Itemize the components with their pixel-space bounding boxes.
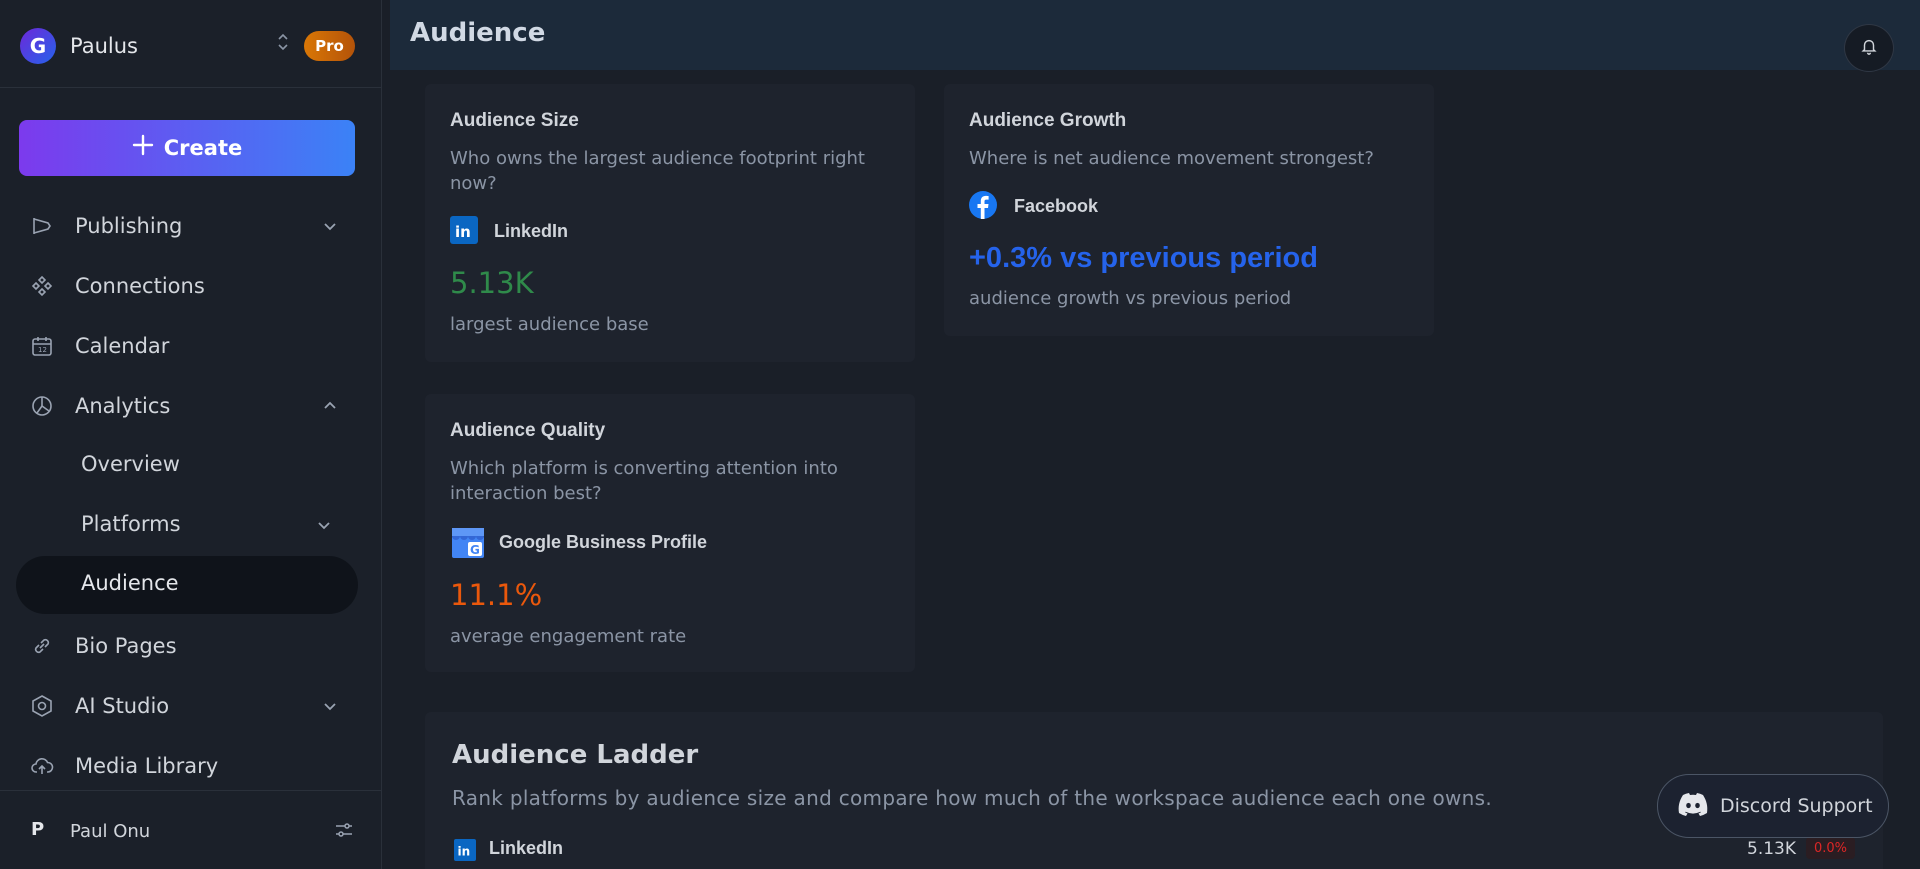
- link-icon: [30, 634, 54, 658]
- svg-text:in: in: [455, 223, 471, 241]
- calendar-icon: 12: [30, 334, 54, 358]
- card-title: Audience Growth: [969, 110, 1127, 131]
- sidebar-item-label: Platforms: [81, 512, 181, 536]
- sidebar-subitem-audience[interactable]: Audience: [16, 556, 358, 614]
- ladder-row-platform: LinkedIn: [489, 838, 564, 858]
- platform-name: Google Business Profile: [499, 532, 708, 552]
- metric-caption: audience growth vs previous period: [969, 288, 1292, 309]
- chevron-down-icon: [314, 515, 334, 535]
- linkedin-icon: in: [450, 216, 478, 244]
- plus-icon: [132, 132, 154, 162]
- section-description: Rank platforms by audience size and comp…: [452, 786, 1493, 810]
- avatar: P: [31, 819, 45, 840]
- chevron-down-icon: [320, 216, 340, 236]
- svg-text:in: in: [458, 845, 471, 859]
- sidebar-subitem-overview[interactable]: Overview: [16, 437, 358, 495]
- card-title: Audience Quality: [450, 420, 606, 441]
- chevron-updown-icon[interactable]: [276, 32, 290, 54]
- discord-support-label: Discord Support: [1720, 795, 1873, 817]
- ladder-row-value: 5.13K: [1747, 839, 1796, 859]
- sliders-icon[interactable]: [334, 820, 354, 840]
- sidebar-item-label: Bio Pages: [75, 634, 177, 658]
- workspace-logo: G: [20, 28, 56, 64]
- audience-quality-card: Audience Quality Which platform is conve…: [425, 394, 915, 672]
- platform-name: LinkedIn: [494, 221, 569, 241]
- sidebar-item-label: Audience: [81, 571, 179, 595]
- linkedin-icon: in: [454, 839, 476, 861]
- sidebar-item-media-library[interactable]: Media Library: [16, 738, 358, 794]
- metric-value: 11.1%: [450, 578, 543, 612]
- sidebar: G Paulus Pro Create Publishing Connectio…: [0, 0, 382, 869]
- google-business-profile-icon: G: [450, 524, 486, 560]
- audience-size-card: Audience Size Who owns the largest audie…: [425, 84, 915, 362]
- notifications-button[interactable]: [1844, 24, 1894, 72]
- sidebar-item-label: Media Library: [75, 754, 219, 778]
- svg-text:G: G: [470, 543, 480, 557]
- pro-badge: Pro: [304, 31, 355, 61]
- sidebar-item-label: Overview: [81, 452, 180, 476]
- audience-growth-card: Audience Growth Where is net audience mo…: [944, 84, 1434, 336]
- sidebar-item-ai-studio[interactable]: AI Studio: [16, 678, 358, 734]
- connections-icon: [30, 274, 54, 298]
- workspace-switcher[interactable]: G Paulus Pro: [0, 0, 382, 88]
- chevron-up-icon: [320, 396, 340, 416]
- sidebar-item-label: AI Studio: [75, 694, 170, 718]
- sidebar-item-label: Calendar: [75, 334, 170, 358]
- workspace-name: Paulus: [70, 34, 138, 58]
- page-title: Audience: [410, 18, 546, 48]
- sidebar-item-calendar[interactable]: 12 Calendar: [16, 318, 358, 374]
- create-button[interactable]: Create: [19, 120, 355, 176]
- section-title: Audience Ladder: [452, 740, 699, 770]
- bell-icon: [1860, 37, 1878, 59]
- metric-value: +0.3% vs previous period: [969, 242, 1318, 274]
- sidebar-subitem-platforms[interactable]: Platforms: [16, 497, 358, 555]
- sidebar-item-bio-pages[interactable]: Bio Pages: [16, 618, 358, 674]
- change-badge: 0.0%: [1806, 837, 1856, 859]
- user-name: Paul Onu: [70, 821, 151, 842]
- metric-caption: largest audience base: [450, 314, 649, 335]
- ai-hex-icon: [30, 694, 54, 718]
- megaphone-icon: [30, 214, 54, 238]
- svg-text:12: 12: [38, 346, 47, 354]
- sidebar-item-publishing[interactable]: Publishing: [16, 198, 358, 254]
- sidebar-item-label: Publishing: [75, 214, 183, 238]
- facebook-icon: [969, 191, 997, 219]
- discord-support-button[interactable]: Discord Support: [1657, 774, 1889, 838]
- cloud-upload-icon: [30, 754, 54, 778]
- card-title: Audience Size: [450, 110, 579, 131]
- sidebar-item-label: Analytics: [75, 394, 171, 418]
- discord-icon: [1678, 792, 1708, 820]
- metric-caption: average engagement rate: [450, 626, 687, 647]
- metric-value: 5.13K: [450, 266, 534, 300]
- sidebar-item-label: Connections: [75, 274, 205, 298]
- card-question: Who owns the largest audience footprint …: [450, 148, 865, 194]
- sidebar-item-analytics[interactable]: Analytics: [16, 378, 358, 434]
- create-label: Create: [163, 136, 243, 160]
- platform-name: Facebook: [1014, 196, 1099, 216]
- card-question: Where is net audience movement strongest…: [969, 148, 1374, 169]
- chevron-down-icon: [320, 696, 340, 716]
- pie-chart-icon: [30, 394, 54, 418]
- top-bar: Audience: [390, 0, 1920, 72]
- card-question: Which platform is converting attention i…: [450, 458, 838, 504]
- user-menu[interactable]: P Paul Onu: [0, 790, 382, 869]
- sidebar-item-connections[interactable]: Connections: [16, 258, 358, 314]
